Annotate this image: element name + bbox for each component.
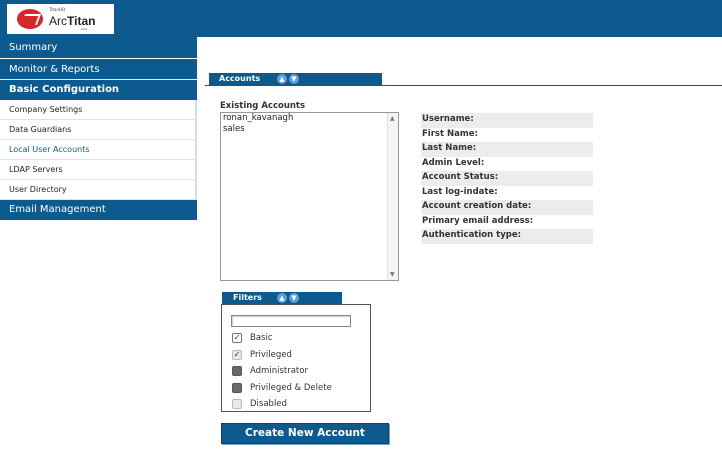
accounts-arrows: ▲ ▼ — [277, 74, 299, 84]
accounts-scrollbar[interactable]: ▲ ▼ — [387, 113, 398, 280]
filter-label: Privileged & Delete — [250, 383, 332, 393]
filter-option-privileged-delete[interactable]: Privileged & Delete — [232, 383, 332, 393]
account-details: Username: First Name: Last Name: Admin L… — [421, 113, 593, 244]
sidebar-item-user-directory[interactable]: User Directory — [0, 180, 197, 200]
list-item[interactable]: sales — [221, 124, 398, 135]
scroll-down-icon[interactable]: ▼ — [390, 271, 395, 278]
filter-search-input[interactable] — [231, 315, 351, 327]
logo-tagline: beta — [80, 26, 88, 31]
sidebar-item-ldap-servers[interactable]: LDAP Servers — [0, 160, 197, 180]
down-arrow-icon[interactable]: ▼ — [289, 293, 299, 303]
sidebar-item-basic-configuration[interactable]: Basic Configuration — [0, 80, 197, 100]
titan-logo-icon — [17, 9, 43, 29]
checkbox-unchecked-icon[interactable] — [232, 399, 242, 409]
existing-accounts-label: Existing Accounts — [220, 101, 306, 111]
sidebar-item-data-guardians[interactable]: Data Guardians — [0, 120, 197, 140]
checkbox-checked-icon[interactable]: ✓ — [232, 350, 242, 360]
sidebar-item-email-management[interactable]: Email Management — [0, 200, 197, 220]
filter-option-administrator[interactable]: Administrator — [232, 366, 308, 376]
logo-name-bold: Titan — [67, 13, 96, 28]
sidebar: Summary Monitor & Reports Basic Configur… — [0, 37, 197, 220]
detail-admin-level-label: Admin Level: — [422, 157, 485, 168]
detail-auth-type-label: Authentication type: — [421, 229, 593, 244]
sidebar-item-monitor-reports[interactable]: Monitor & Reports — [0, 59, 197, 80]
detail-account-status-label: Account Status: — [421, 171, 593, 186]
up-arrow-icon[interactable]: ▲ — [277, 293, 287, 303]
accounts-listbox[interactable]: ronan_kavanagh sales ▲ ▼ — [220, 112, 399, 281]
sidebar-item-local-user-accounts[interactable]: Local User Accounts — [0, 140, 197, 160]
filter-option-privileged[interactable]: ✓ Privileged — [232, 350, 292, 360]
filter-label: Basic — [250, 333, 273, 343]
detail-primary-email-label: Primary email address: — [422, 215, 534, 226]
detail-creation-date-label: Account creation date: — [421, 200, 593, 215]
filters-box: ✓ Basic ✓ Privileged Administrator Privi… — [221, 304, 371, 412]
checkbox-checked-icon[interactable]: ✓ — [232, 333, 242, 343]
checkbox-filled-icon[interactable] — [232, 383, 242, 393]
sidebar-item-company-settings[interactable]: Company Settings — [0, 100, 197, 120]
sidebar-item-summary[interactable]: Summary — [0, 37, 197, 59]
logo-company: TitanHQ — [49, 6, 66, 12]
filter-option-disabled[interactable]: Disabled — [232, 399, 287, 409]
logo-name-prefix: Arc — [49, 13, 67, 28]
arctitan-logo[interactable]: TitanHQ ArcTitan beta — [7, 4, 114, 34]
down-arrow-icon[interactable]: ▼ — [289, 74, 299, 84]
accounts-panel-title: Accounts — [219, 74, 261, 83]
detail-last-name-label: Last Name: — [421, 142, 593, 157]
scroll-up-icon[interactable]: ▲ — [390, 115, 395, 122]
detail-username-label: Username: — [421, 113, 593, 128]
list-item[interactable]: ronan_kavanagh — [221, 113, 398, 124]
filters-arrows: ▲ ▼ — [277, 293, 299, 303]
filters-panel-header: Filters ▲ ▼ — [222, 292, 342, 304]
checkbox-filled-icon[interactable] — [232, 366, 242, 376]
filter-label: Administrator — [250, 366, 308, 376]
detail-last-login-label: Last log-indate: — [422, 186, 498, 197]
filter-label: Disabled — [250, 399, 287, 409]
filter-label: Privileged — [250, 350, 292, 360]
accounts-panel-header: Accounts ▲ ▼ — [209, 73, 382, 86]
top-bar: TitanHQ ArcTitan beta — [0, 0, 722, 37]
up-arrow-icon[interactable]: ▲ — [277, 74, 287, 84]
create-new-account-button[interactable]: Create New Account — [221, 423, 389, 444]
detail-first-name-label: First Name: — [422, 128, 478, 139]
filters-title: Filters — [233, 293, 262, 302]
logo-text: TitanHQ ArcTitan beta — [49, 6, 96, 31]
filter-option-basic[interactable]: ✓ Basic — [232, 333, 273, 343]
